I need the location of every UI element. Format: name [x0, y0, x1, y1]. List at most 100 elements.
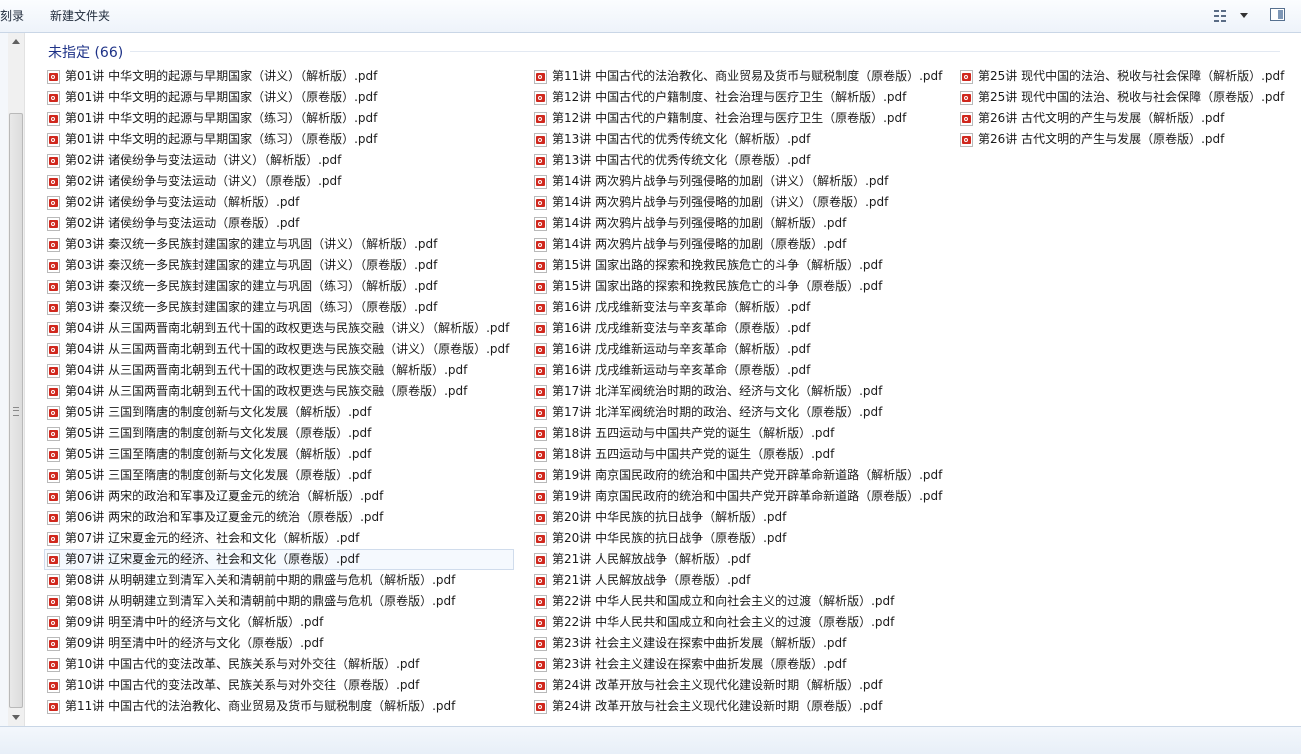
file-name: 第22讲 中华人民共和国成立和向社会主义的过渡（解析版）.pdf — [552, 594, 895, 608]
file-item[interactable]: 第07讲 辽宋夏金元的经济、社会和文化（原卷版）.pdf — [44, 549, 515, 570]
file-item[interactable]: 第10讲 中国古代的变法改革、民族关系与对外交往（解析版）.pdf — [44, 654, 514, 675]
pdf-file-icon — [47, 594, 60, 609]
file-name: 第19讲 南京国民政府的统治和中国共产党开辟革命新道路（解析版）.pdf — [552, 468, 943, 482]
file-item[interactable]: 第26讲 古代文明的产生与发展（解析版）.pdf — [957, 108, 1289, 129]
file-item[interactable]: 第18讲 五四运动与中国共产党的诞生（解析版）.pdf — [531, 423, 947, 444]
pdf-file-icon — [534, 531, 547, 546]
file-item[interactable]: 第17讲 北洋军阀统治时期的政治、经济与文化（解析版）.pdf — [531, 381, 947, 402]
file-item[interactable]: 第04讲 从三国两晋南北朝到五代十国的政权更迭与民族交融（原卷版）.pdf — [44, 381, 514, 402]
file-item[interactable]: 第09讲 明至清中叶的经济与文化（原卷版）.pdf — [44, 633, 514, 654]
file-name: 第03讲 秦汉统一多民族封建国家的建立与巩固（练习）（原卷版）.pdf — [65, 300, 438, 314]
pdf-file-icon — [47, 279, 60, 294]
file-item[interactable]: 第11讲 中国古代的法治教化、商业贸易及货币与赋税制度（解析版）.pdf — [44, 696, 514, 717]
file-item[interactable]: 第01讲 中华文明的起源与早期国家（练习）（解析版）.pdf — [44, 108, 514, 129]
file-item[interactable]: 第25讲 现代中国的法治、税收与社会保障（原卷版）.pdf — [957, 87, 1289, 108]
file-item[interactable]: 第01讲 中华文明的起源与早期国家（练习）（原卷版）.pdf — [44, 129, 514, 150]
file-name: 第04讲 从三国两晋南北朝到五代十国的政权更迭与民族交融（解析版）.pdf — [65, 363, 468, 377]
file-item[interactable]: 第22讲 中华人民共和国成立和向社会主义的过渡（原卷版）.pdf — [531, 612, 947, 633]
pdf-file-icon — [47, 699, 60, 714]
file-item[interactable]: 第15讲 国家出路的探索和挽救民族危亡的斗争（原卷版）.pdf — [531, 276, 947, 297]
file-item[interactable]: 第14讲 两次鸦片战争与列强侵略的加剧（原卷版）.pdf — [531, 234, 947, 255]
file-item[interactable]: 第21讲 人民解放战争（原卷版）.pdf — [531, 570, 947, 591]
scroll-up-icon[interactable] — [12, 39, 20, 44]
file-item[interactable]: 第12讲 中国古代的户籍制度、社会治理与医疗卫生（原卷版）.pdf — [531, 108, 947, 129]
file-item[interactable]: 第02讲 诸侯纷争与变法运动（解析版）.pdf — [44, 192, 514, 213]
file-name: 第15讲 国家出路的探索和挽救民族危亡的斗争（原卷版）.pdf — [552, 279, 883, 293]
pdf-file-icon — [47, 468, 60, 483]
file-item[interactable]: 第03讲 秦汉统一多民族封建国家的建立与巩固（讲义）（原卷版）.pdf — [44, 255, 514, 276]
group-header[interactable]: 未指定 (66) — [48, 42, 123, 62]
file-item[interactable]: 第16讲 戊戌维新运动与辛亥革命（解析版）.pdf — [531, 339, 947, 360]
file-name: 第21讲 人民解放战争（原卷版）.pdf — [552, 573, 751, 587]
file-name: 第09讲 明至清中叶的经济与文化（解析版）.pdf — [65, 615, 324, 629]
file-item[interactable]: 第10讲 中国古代的变法改革、民族关系与对外交往（原卷版）.pdf — [44, 675, 514, 696]
preview-pane-icon[interactable] — [1270, 8, 1285, 21]
file-item[interactable]: 第09讲 明至清中叶的经济与文化（解析版）.pdf — [44, 612, 514, 633]
pdf-file-icon — [534, 321, 547, 336]
file-item[interactable]: 第04讲 从三国两晋南北朝到五代十国的政权更迭与民族交融（讲义）（解析版）.pd… — [44, 318, 514, 339]
file-item[interactable]: 第04讲 从三国两晋南北朝到五代十国的政权更迭与民族交融（讲义）（原卷版）.pd… — [44, 339, 514, 360]
file-item[interactable]: 第02讲 诸侯纷争与变法运动（讲义）（解析版）.pdf — [44, 150, 514, 171]
file-item[interactable]: 第01讲 中华文明的起源与早期国家（讲义）（原卷版）.pdf — [44, 87, 514, 108]
status-bar — [0, 726, 1301, 754]
file-item[interactable]: 第19讲 南京国民政府的统治和中国共产党开辟革命新道路（原卷版）.pdf — [531, 486, 947, 507]
file-item[interactable]: 第05讲 三国到隋唐的制度创新与文化发展（解析版）.pdf — [44, 402, 514, 423]
file-item[interactable]: 第05讲 三国到隋唐的制度创新与文化发展（原卷版）.pdf — [44, 423, 514, 444]
file-item[interactable]: 第16讲 戊戌维新变法与辛亥革命（解析版）.pdf — [531, 297, 947, 318]
pdf-file-icon — [47, 447, 60, 462]
file-item[interactable]: 第14讲 两次鸦片战争与列强侵略的加剧（讲义）（原卷版）.pdf — [531, 192, 947, 213]
file-item[interactable]: 第08讲 从明朝建立到清军入关和清朝前中期的鼎盛与危机（解析版）.pdf — [44, 570, 514, 591]
file-item[interactable]: 第17讲 北洋军阀统治时期的政治、经济与文化（原卷版）.pdf — [531, 402, 947, 423]
file-item[interactable]: 第14讲 两次鸦片战争与列强侵略的加剧（讲义）（解析版）.pdf — [531, 171, 947, 192]
file-name: 第14讲 两次鸦片战争与列强侵略的加剧（讲义）（解析版）.pdf — [552, 174, 889, 188]
file-item[interactable]: 第20讲 中华民族的抗日战争（原卷版）.pdf — [531, 528, 947, 549]
file-item[interactable]: 第19讲 南京国民政府的统治和中国共产党开辟革命新道路（解析版）.pdf — [531, 465, 947, 486]
file-item[interactable]: 第05讲 三国至隋唐的制度创新与文化发展（解析版）.pdf — [44, 444, 514, 465]
file-name: 第03讲 秦汉统一多民族封建国家的建立与巩固（讲义）（解析版）.pdf — [65, 237, 438, 251]
file-item[interactable]: 第23讲 社会主义建设在探索中曲折发展（原卷版）.pdf — [531, 654, 947, 675]
file-item[interactable]: 第11讲 中国古代的法治教化、商业贸易及货币与赋税制度（原卷版）.pdf — [531, 66, 947, 87]
file-item[interactable]: 第02讲 诸侯纷争与变法运动（讲义）（原卷版）.pdf — [44, 171, 514, 192]
file-item[interactable]: 第22讲 中华人民共和国成立和向社会主义的过渡（解析版）.pdf — [531, 591, 947, 612]
vertical-scrollbar[interactable] — [8, 33, 25, 726]
pdf-file-icon — [534, 69, 547, 84]
pdf-file-icon — [534, 468, 547, 483]
file-item[interactable]: 第14讲 两次鸦片战争与列强侵略的加剧（解析版）.pdf — [531, 213, 947, 234]
file-item[interactable]: 第04讲 从三国两晋南北朝到五代十国的政权更迭与民族交融（解析版）.pdf — [44, 360, 514, 381]
file-item[interactable]: 第03讲 秦汉统一多民族封建国家的建立与巩固（练习）（解析版）.pdf — [44, 276, 514, 297]
file-item[interactable]: 第21讲 人民解放战争（解析版）.pdf — [531, 549, 947, 570]
pdf-file-icon — [534, 258, 547, 273]
pdf-file-icon — [47, 657, 60, 672]
burn-button[interactable]: 刻录 — [0, 0, 24, 33]
file-name: 第08讲 从明朝建立到清军入关和清朝前中期的鼎盛与危机（原卷版）.pdf — [65, 594, 456, 608]
file-item[interactable]: 第05讲 三国至隋唐的制度创新与文化发展（原卷版）.pdf — [44, 465, 514, 486]
scroll-down-icon[interactable] — [12, 715, 20, 720]
file-item[interactable]: 第16讲 戊戌维新运动与辛亥革命（原卷版）.pdf — [531, 360, 947, 381]
scroll-thumb[interactable] — [9, 113, 23, 708]
file-item[interactable]: 第24讲 改革开放与社会主义现代化建设新时期（解析版）.pdf — [531, 675, 947, 696]
file-item[interactable]: 第25讲 现代中国的法治、税收与社会保障（解析版）.pdf — [957, 66, 1289, 87]
file-item[interactable]: 第02讲 诸侯纷争与变法运动（原卷版）.pdf — [44, 213, 514, 234]
file-name: 第25讲 现代中国的法治、税收与社会保障（原卷版）.pdf — [978, 90, 1285, 104]
file-item[interactable]: 第24讲 改革开放与社会主义现代化建设新时期（原卷版）.pdf — [531, 696, 947, 717]
file-item[interactable]: 第26讲 古代文明的产生与发展（原卷版）.pdf — [957, 129, 1289, 150]
file-item[interactable]: 第13讲 中国古代的优秀传统文化（原卷版）.pdf — [531, 150, 947, 171]
file-item[interactable]: 第12讲 中国古代的户籍制度、社会治理与医疗卫生（解析版）.pdf — [531, 87, 947, 108]
file-item[interactable]: 第03讲 秦汉统一多民族封建国家的建立与巩固（讲义）（解析版）.pdf — [44, 234, 514, 255]
file-item[interactable]: 第16讲 戊戌维新变法与辛亥革命（原卷版）.pdf — [531, 318, 947, 339]
file-item[interactable]: 第23讲 社会主义建设在探索中曲折发展（解析版）.pdf — [531, 633, 947, 654]
pdf-file-icon — [534, 195, 547, 210]
view-options-button[interactable] — [1212, 8, 1252, 25]
file-name: 第18讲 五四运动与中国共产党的诞生（解析版）.pdf — [552, 426, 835, 440]
file-item[interactable]: 第20讲 中华民族的抗日战争（解析版）.pdf — [531, 507, 947, 528]
file-item[interactable]: 第07讲 辽宋夏金元的经济、社会和文化（解析版）.pdf — [44, 528, 514, 549]
file-item[interactable]: 第03讲 秦汉统一多民族封建国家的建立与巩固（练习）（原卷版）.pdf — [44, 297, 514, 318]
file-item[interactable]: 第18讲 五四运动与中国共产党的诞生（原卷版）.pdf — [531, 444, 947, 465]
file-item[interactable]: 第15讲 国家出路的探索和挽救民族危亡的斗争（解析版）.pdf — [531, 255, 947, 276]
file-item[interactable]: 第13讲 中国古代的优秀传统文化（解析版）.pdf — [531, 129, 947, 150]
file-item[interactable]: 第01讲 中华文明的起源与早期国家（讲义）（解析版）.pdf — [44, 66, 514, 87]
file-item[interactable]: 第06讲 两宋的政治和军事及辽夏金元的统治（原卷版）.pdf — [44, 507, 514, 528]
file-item[interactable]: 第06讲 两宋的政治和军事及辽夏金元的统治（解析版）.pdf — [44, 486, 514, 507]
new-folder-button[interactable]: 新建文件夹 — [50, 0, 110, 33]
file-item[interactable]: 第08讲 从明朝建立到清军入关和清朝前中期的鼎盛与危机（原卷版）.pdf — [44, 591, 514, 612]
